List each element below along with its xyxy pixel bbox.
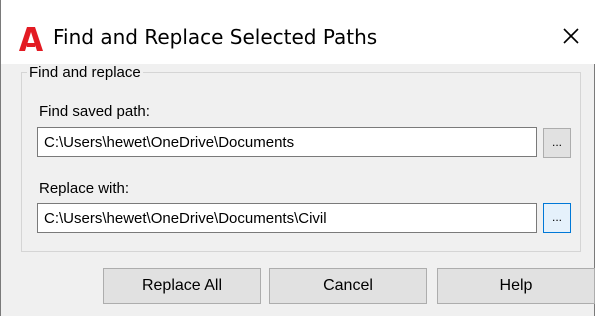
replace-with-label: Replace with:	[39, 180, 130, 197]
title-bar: Find and Replace Selected Paths	[1, 6, 595, 64]
find-saved-path-label: Find saved path:	[39, 103, 150, 120]
autocad-logo-icon	[18, 26, 44, 52]
dialog-title: Find and Replace Selected Paths	[53, 25, 378, 49]
find-browse-button[interactable]: ...	[543, 128, 571, 158]
close-button[interactable]	[557, 22, 585, 50]
replace-with-input[interactable]	[37, 203, 537, 233]
replace-all-button[interactable]: Replace All	[103, 268, 261, 304]
group-label: Find and replace	[27, 64, 143, 81]
help-button[interactable]: Help	[437, 268, 595, 304]
cancel-button[interactable]: Cancel	[269, 268, 427, 304]
find-saved-path-input[interactable]	[37, 127, 537, 157]
replace-browse-button[interactable]: ...	[543, 203, 571, 233]
find-replace-dialog: Find and Replace Selected Paths Find and…	[0, 0, 595, 316]
close-icon	[563, 28, 579, 44]
